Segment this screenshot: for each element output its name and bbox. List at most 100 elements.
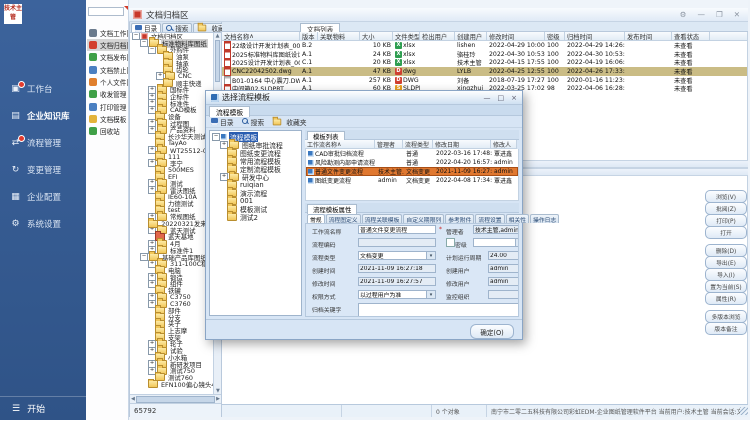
- tree-node[interactable]: 演示流程: [210, 189, 301, 197]
- sidebar-item-5[interactable]: ▦企业配置: [0, 186, 96, 208]
- action-button-属性(R)[interactable]: 属性(R): [705, 292, 747, 305]
- flow-type-select[interactable]: 文档变更: [358, 251, 436, 260]
- action-button-打印(P)[interactable]: 打印(P): [705, 214, 747, 227]
- resize-grip[interactable]: [740, 407, 748, 415]
- column-header-12[interactable]: 查看状态: [672, 32, 710, 41]
- module-item[interactable]: 文档禁止区: [87, 64, 128, 76]
- column-header-2[interactable]: 版本: [300, 32, 318, 41]
- props-tab-相关性[interactable]: 相关性: [506, 214, 529, 223]
- column-header-3[interactable]: 关联物料: [318, 32, 360, 41]
- action-button-多版本浏览[interactable]: 多版本浏览: [705, 310, 747, 323]
- toolbar-目录[interactable]: 目录: [211, 117, 234, 127]
- toolbar-收藏夹[interactable]: 收藏夹: [272, 117, 306, 127]
- tree-node[interactable]: 测试2: [210, 213, 301, 221]
- template-column-5[interactable]: 修改人: [491, 140, 517, 149]
- archive-keyword-textarea[interactable]: ▲▼: [358, 303, 519, 317]
- cell-text: 覃进鑫: [494, 149, 512, 158]
- column-header-10[interactable]: 归档时间: [565, 32, 625, 41]
- restore-icon[interactable]: ❐: [716, 10, 723, 19]
- sidebar-item-2[interactable]: ▤企业知识库: [0, 105, 96, 127]
- column-header-7[interactable]: 创建用户: [455, 32, 487, 41]
- tab-目录[interactable]: 目录: [131, 23, 161, 32]
- props-tab-参考附件[interactable]: 参考附件: [445, 214, 474, 223]
- tab-template-properties[interactable]: 流程模板属性: [307, 204, 357, 214]
- dialog-maximize-icon[interactable]: □: [498, 94, 505, 102]
- props-tab-自定义期限列[interactable]: 自定义期限列: [403, 214, 444, 223]
- sidebar-item-3[interactable]: ⇄流程管理: [0, 132, 96, 154]
- module-item[interactable]: 收发管理: [87, 89, 128, 101]
- document-row[interactable]: 2025设计开发计划表_000001...C.120 KBXxlsx技术主管20…: [222, 58, 747, 67]
- sidebar-item-6[interactable]: ⚙系统设置: [0, 213, 96, 235]
- monitor-org-input[interactable]: [488, 290, 519, 299]
- action-button-导入(I)[interactable]: 导入(I): [705, 268, 747, 281]
- collapse-icon[interactable]: −: [212, 133, 220, 141]
- dialog-close-icon[interactable]: ×: [511, 94, 517, 102]
- props-tab-操作日志[interactable]: 操作日志: [530, 214, 559, 223]
- template-row[interactable]: CAD审批归档流程普通2022-03-16 17:48:23覃进鑫: [306, 149, 518, 158]
- template-column-2[interactable]: 管理者: [375, 140, 403, 149]
- template-row[interactable]: 风险勘测内部申请流程普通2022-04-20 16:57:31admin: [306, 158, 518, 167]
- module-item[interactable]: 文档模板: [87, 113, 128, 125]
- column-header-6[interactable]: 检出用户: [420, 32, 455, 41]
- collapse-icon[interactable]: −: [140, 253, 148, 261]
- module-search-input[interactable]: [88, 7, 124, 16]
- document-row[interactable]: 2025标准物料库图纸设计开...A.124 KBXxlsx骆桂玲2022-04…: [222, 50, 747, 59]
- collapse-icon[interactable]: −: [140, 39, 148, 47]
- toolbar-搜索[interactable]: 搜索: [242, 117, 265, 127]
- tree-horizontal-scrollbar[interactable]: ◀▶: [130, 394, 221, 403]
- action-button-打开[interactable]: 打开: [705, 226, 747, 239]
- start-button[interactable]: ☰ 开始: [0, 396, 86, 420]
- action-button-浏览(V)[interactable]: 浏览(V): [705, 190, 747, 203]
- props-tab-流程关联模板[interactable]: 流程关联模板: [362, 214, 403, 223]
- workflow-name-input[interactable]: [358, 225, 436, 234]
- module-item[interactable]: 个人文件区: [87, 76, 128, 88]
- column-header-1[interactable]: 文档名称 ∧: [222, 32, 300, 41]
- action-button-批阅(Z)[interactable]: 批阅(Z): [705, 202, 747, 215]
- column-header-5[interactable]: 文件类型: [393, 32, 420, 41]
- flow-code-input[interactable]: [358, 238, 436, 247]
- action-button-导出(E)[interactable]: 导出(E): [705, 256, 747, 269]
- document-row[interactable]: CNC22042502.dwgA.147 KBDdwgLYLB2022-04-2…: [222, 67, 747, 76]
- column-header-4[interactable]: 大小: [360, 32, 393, 41]
- document-row[interactable]: B01-0164 中心震刀.DWGA.1257 KBDDWG刘备2018-07-…: [222, 76, 747, 85]
- tree-node[interactable]: +研发中心: [210, 173, 301, 181]
- content-title: 文档归档区: [146, 9, 189, 21]
- dialog-minimize-icon[interactable]: —: [484, 94, 491, 102]
- column-header-11[interactable]: 发布时间: [625, 32, 672, 41]
- template-column-3[interactable]: 流程类型: [403, 140, 433, 149]
- action-button-版本备注[interactable]: 版本备注: [705, 322, 747, 335]
- template-row[interactable]: 普通文件变更流程技术主管...文档变更2021-11-09 16:27:57ad…: [306, 167, 518, 176]
- module-item[interactable]: 文档归档区: [87, 39, 128, 51]
- ok-button[interactable]: 确定(O): [470, 324, 514, 339]
- column-header-8[interactable]: 修改时间: [487, 32, 545, 41]
- action-button-置为当前(S)[interactable]: 置为当前(S): [705, 280, 747, 293]
- props-tab-流程设置[interactable]: 流程设置: [475, 214, 504, 223]
- props-tab-常规[interactable]: 常规: [307, 214, 325, 223]
- collapse-icon[interactable]: −: [132, 33, 140, 40]
- close-icon[interactable]: ✕: [734, 10, 740, 19]
- cycle-input[interactable]: [488, 251, 519, 260]
- module-item[interactable]: 文档发布区: [87, 52, 128, 64]
- manager-input[interactable]: [473, 225, 519, 234]
- tab-搜索[interactable]: 搜索: [162, 23, 192, 32]
- sidebar-item-4[interactable]: ↻变更管理: [0, 159, 96, 181]
- module-item[interactable]: 回收站: [87, 125, 128, 137]
- sidebar-item-1[interactable]: ▣工作台: [0, 78, 96, 100]
- template-column-1[interactable]: 工作流名称 ∧: [305, 140, 375, 149]
- action-button-删除(D)[interactable]: 删除(D): [705, 244, 747, 257]
- tree-node[interactable]: EFN100偏心镜头40-0 图纸: [130, 381, 214, 388]
- permission-mode-select[interactable]: 以过程用户为准: [358, 290, 436, 299]
- secret-checkbox[interactable]: [446, 238, 455, 247]
- minimize-icon[interactable]: —: [697, 10, 705, 19]
- template-row[interactable]: 图纸变更流程admin文档变更2022-04-08 17:34:36覃进鑫: [306, 176, 518, 185]
- column-header-9[interactable]: 密级: [545, 32, 565, 41]
- document-row[interactable]: 22级设计开发计划表_002.xlsxB.210 KBXxlsxlishen20…: [222, 41, 747, 50]
- template-column-4[interactable]: 修改日期: [433, 140, 491, 149]
- settings-icon[interactable]: ⚙: [680, 10, 687, 19]
- props-tab-流程图定义[interactable]: 流程图定义: [326, 214, 361, 223]
- tree-node[interactable]: 顺丰快递: [130, 80, 214, 87]
- dialog-titlebar[interactable]: 选择流程模板 —□×: [206, 91, 522, 105]
- module-item[interactable]: 文档工作区: [87, 27, 128, 39]
- module-item[interactable]: 打印管理: [87, 101, 128, 113]
- secret-select[interactable]: [473, 238, 519, 247]
